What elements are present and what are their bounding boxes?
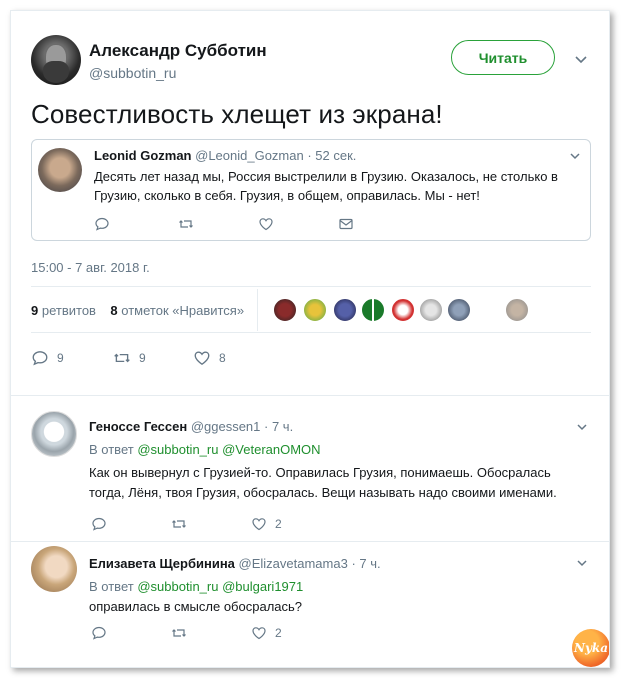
- tweet-page: Александр Субботин @subbotin_ru Читать С…: [10, 10, 610, 668]
- reply-icon: [92, 517, 106, 531]
- message-icon[interactable]: [338, 216, 354, 232]
- retweet-icon[interactable]: [178, 216, 194, 232]
- liker-avatar[interactable]: [303, 298, 327, 322]
- reply-time: · 7 ч.: [351, 556, 381, 571]
- chevron-down-icon[interactable]: [576, 557, 588, 569]
- quote-author-handle[interactable]: @Leonid_Gozman: [195, 148, 304, 163]
- reply-time: · 7 ч.: [264, 419, 294, 434]
- reply-author-handle[interactable]: @ggessen1: [191, 419, 261, 434]
- reply-to-mention[interactable]: @subbotin_ru: [137, 579, 218, 594]
- retweet-icon: [114, 353, 130, 363]
- author-handle[interactable]: @subbotin_ru: [89, 65, 176, 81]
- reply-author-line: Геноссе Гессен @ggessen1 · 7 ч.: [89, 419, 293, 434]
- reply-icon: [92, 626, 106, 640]
- reply-button[interactable]: [91, 516, 107, 532]
- like-icon: [252, 518, 266, 531]
- chevron-down-icon[interactable]: [576, 421, 588, 433]
- reply-to-line: В ответ @subbotin_ru @VeteranOMON: [89, 442, 321, 457]
- quote-text: Десять лет назад мы, Россия выстрелили в…: [94, 169, 558, 203]
- reply-to-mention[interactable]: @bulgari1971: [222, 579, 303, 594]
- divider: [257, 289, 258, 331]
- liker-avatar[interactable]: [505, 298, 529, 322]
- author-name[interactable]: Александр Субботин: [89, 41, 267, 61]
- avatar-beard: [43, 61, 69, 83]
- like-button[interactable]: 8: [193, 348, 226, 368]
- reply-author-avatar[interactable]: [31, 546, 77, 592]
- reply-count: 9: [57, 351, 64, 365]
- divider: [31, 332, 591, 333]
- liker-avatar[interactable]: [273, 298, 297, 322]
- likes-stat[interactable]: 8 отметок «Нравится»: [110, 303, 244, 318]
- chevron-down-icon[interactable]: [569, 150, 581, 162]
- retweets-stat[interactable]: 9 ретвитов: [31, 303, 96, 318]
- reply-to-mention[interactable]: @VeteranOMON: [222, 442, 320, 457]
- reply-text: оправилась в смысле обосралась?: [89, 599, 303, 614]
- quote-author-line: Leonid Gozman @Leonid_Gozman · 52 сек.: [94, 148, 356, 163]
- retweet-icon: [172, 629, 186, 637]
- author-avatar[interactable]: [31, 35, 81, 85]
- tweet-actions: 9 9 8: [31, 348, 331, 368]
- retweet-button[interactable]: 9: [113, 348, 146, 368]
- divider: [31, 286, 591, 287]
- divider: [11, 395, 609, 396]
- reply-button[interactable]: [91, 625, 107, 641]
- reply-button[interactable]: 9: [31, 348, 64, 368]
- tweet-text: Совестливость хлещет из экрана!: [31, 99, 443, 129]
- like-count: 8: [219, 351, 226, 365]
- quote-actions: [94, 216, 394, 234]
- reply-to-line: В ответ @subbotin_ru @bulgari1971: [89, 579, 304, 594]
- like-button[interactable]: 2: [251, 625, 282, 641]
- reply-author-name[interactable]: Геноссе Гессен: [89, 419, 187, 434]
- reply-author-name[interactable]: Елизавета Щербинина: [89, 556, 235, 571]
- liker-avatar[interactable]: [333, 298, 357, 322]
- quote-time: · 52 сек.: [307, 148, 357, 163]
- like-icon[interactable]: [258, 216, 274, 232]
- liker-avatar[interactable]: [419, 298, 443, 322]
- like-count: 2: [275, 517, 282, 531]
- liker-avatar[interactable]: [391, 298, 415, 322]
- reply-to-mention[interactable]: @subbotin_ru: [137, 442, 218, 457]
- liker-avatar[interactable]: [361, 298, 385, 322]
- like-count: 2: [275, 626, 282, 640]
- tweet-stats: 9 ретвитов 8 отметок «Нравится»: [31, 289, 258, 331]
- reply-author-handle[interactable]: @Elizavetamama3: [239, 556, 348, 571]
- reply-icon[interactable]: [94, 216, 110, 232]
- follow-button[interactable]: Читать: [451, 40, 555, 75]
- retweet-count: 9: [139, 351, 146, 365]
- quoted-tweet[interactable]: Leonid Gozman @Leonid_Gozman · 52 сек. Д…: [31, 139, 591, 241]
- reply-icon: [32, 351, 48, 366]
- reply-author-line: Елизавета Щербинина @Elizavetamama3 · 7 …: [89, 556, 381, 571]
- like-button[interactable]: 2: [251, 516, 282, 532]
- liker-avatar[interactable]: [447, 298, 471, 322]
- like-icon: [194, 351, 210, 365]
- reply-author-avatar[interactable]: [31, 411, 77, 457]
- retweet-icon: [172, 520, 186, 528]
- retweet-button[interactable]: [171, 625, 187, 641]
- retweet-button[interactable]: [171, 516, 187, 532]
- divider: [11, 541, 609, 542]
- reply-text: Как он вывернул с Грузией-то. Оправилась…: [89, 465, 557, 500]
- like-icon: [252, 627, 266, 640]
- quote-author-avatar[interactable]: [38, 148, 82, 192]
- watermark-logo: Nyka: [572, 629, 609, 667]
- tweet-timestamp[interactable]: 15:00 - 7 авг. 2018 г.: [31, 260, 150, 275]
- chevron-down-icon[interactable]: [574, 53, 588, 67]
- quote-author-name[interactable]: Leonid Gozman: [94, 148, 192, 163]
